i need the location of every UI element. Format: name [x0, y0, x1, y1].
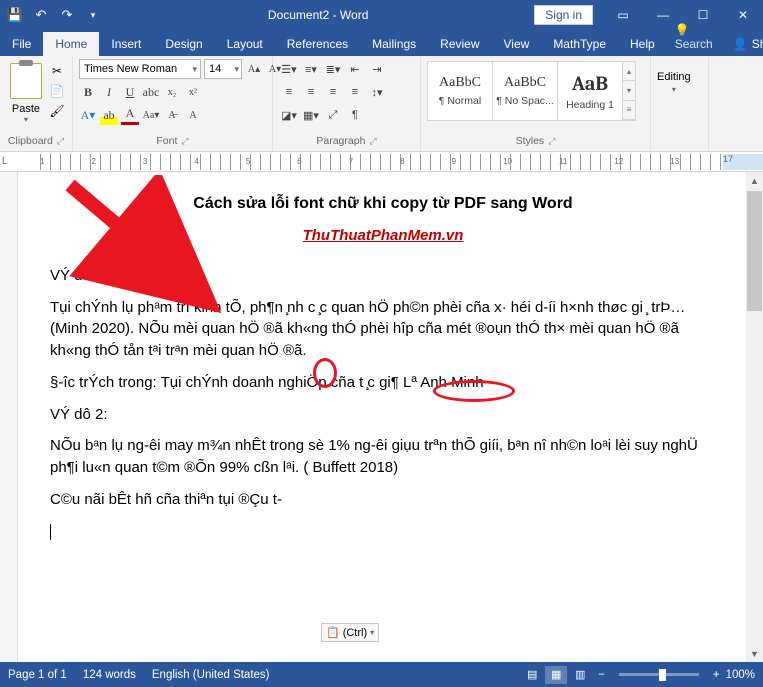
- web-layout-icon[interactable]: ▥: [569, 666, 591, 684]
- change-case-icon[interactable]: Aa▾: [142, 105, 160, 125]
- styles-scroller[interactable]: ▴▾≡: [622, 61, 636, 121]
- vertical-ruler[interactable]: [0, 172, 18, 662]
- qat-more-icon[interactable]: ▾: [84, 6, 102, 24]
- style-no-spacing[interactable]: AaBbC ¶ No Spac...: [492, 61, 558, 121]
- clipboard-icon: [10, 63, 42, 99]
- align-center-icon[interactable]: ≡: [301, 82, 321, 102]
- tab-review[interactable]: Review: [428, 32, 491, 56]
- text-cursor: [50, 524, 51, 540]
- status-page[interactable]: Page 1 of 1: [8, 669, 67, 681]
- align-right-icon[interactable]: ≡: [323, 82, 343, 102]
- borders-icon[interactable]: ▦▾: [301, 105, 321, 125]
- font-dialog-icon[interactable]: ⤢: [181, 133, 188, 149]
- tab-mailings[interactable]: Mailings: [360, 32, 428, 56]
- paste-options-icon: 📋: [326, 626, 340, 639]
- save-icon[interactable]: 💾: [6, 6, 24, 24]
- status-word-count[interactable]: 124 words: [83, 669, 136, 681]
- print-layout-icon[interactable]: ▦: [545, 666, 567, 684]
- close-icon[interactable]: ✕: [723, 0, 763, 30]
- redo-icon[interactable]: ↷: [58, 6, 76, 24]
- paste-options-button[interactable]: 📋 (Ctrl) ▾: [321, 623, 379, 642]
- paragraph-dialog-icon[interactable]: ⤢: [369, 133, 376, 149]
- doc-paragraph: Tụi chÝnh lụ phᵃm trï kinh tÕ, ph¶n ̧nh …: [50, 297, 716, 362]
- bold-button[interactable]: B: [79, 82, 97, 102]
- strikethrough-button[interactable]: abc: [142, 82, 160, 102]
- increase-indent-icon[interactable]: ⇥: [367, 59, 387, 79]
- font-color-icon[interactable]: A: [121, 105, 139, 125]
- text-effects-icon[interactable]: A▾: [79, 105, 97, 125]
- paste-button[interactable]: Paste ▾: [6, 59, 46, 124]
- tab-file[interactable]: File: [0, 32, 43, 56]
- tab-insert[interactable]: Insert: [99, 32, 153, 56]
- font-name-combo[interactable]: Times New Roman: [79, 59, 201, 79]
- clipboard-dialog-icon[interactable]: ⤢: [57, 133, 64, 149]
- undo-icon[interactable]: ↶: [32, 6, 50, 24]
- bullets-icon[interactable]: ☰▾: [279, 59, 299, 79]
- tab-design[interactable]: Design: [153, 32, 214, 56]
- scroll-up-icon[interactable]: ▲: [746, 172, 763, 189]
- styles-group-label: Styles: [516, 133, 545, 149]
- zoom-level[interactable]: 100%: [726, 669, 755, 681]
- sign-in-button[interactable]: Sign in: [534, 5, 593, 25]
- doc-paragraph: C©u nãi bÊt hñ cña thiªn tụi ®Çu t-: [50, 489, 716, 511]
- styles-dialog-icon[interactable]: ⤢: [548, 133, 555, 149]
- scroll-down-icon[interactable]: ▼: [746, 645, 763, 662]
- show-marks-icon[interactable]: ¶: [345, 105, 365, 125]
- share-button[interactable]: 👤 Share: [721, 32, 763, 56]
- doc-subtitle: ThuThuatPhanMem.vn: [50, 225, 716, 247]
- zoom-slider[interactable]: [619, 673, 699, 676]
- horizontal-ruler[interactable]: L 12345678910111213141516 17: [0, 152, 763, 172]
- numbering-icon[interactable]: ≡▾: [301, 59, 321, 79]
- subscript-button[interactable]: x₂: [163, 82, 181, 102]
- clipboard-group-label: Clipboard: [8, 133, 53, 149]
- style-normal[interactable]: AaBbC ¶ Normal: [427, 61, 493, 121]
- ribbon-display-icon[interactable]: ▭: [603, 0, 643, 30]
- zoom-in-icon[interactable]: +: [713, 669, 720, 681]
- ribbon-tabs: File Home Insert Design Layout Reference…: [0, 30, 763, 56]
- zoom-out-icon[interactable]: −: [598, 669, 605, 681]
- style-heading-1[interactable]: AaB Heading 1: [557, 61, 623, 121]
- format-painter-icon[interactable]: 🖌: [48, 103, 66, 119]
- highlight-icon[interactable]: ab: [100, 105, 118, 125]
- doc-heading: Cách sửa lỗi font chữ khi copy từ PDF sa…: [50, 192, 716, 215]
- tell-me-search[interactable]: 💡 Search: [667, 18, 721, 56]
- scroll-thumb[interactable]: [747, 191, 762, 311]
- clear-format-icon[interactable]: A̶: [163, 105, 181, 125]
- align-left-icon[interactable]: ≡: [279, 82, 299, 102]
- font-size-combo[interactable]: 14: [204, 59, 242, 79]
- editing-button[interactable]: Editing▾: [657, 59, 691, 95]
- phonetic-guide-icon[interactable]: A: [184, 105, 202, 125]
- shading-icon[interactable]: ◪▾: [279, 105, 299, 125]
- grow-font-icon[interactable]: A▴: [245, 59, 263, 79]
- tab-layout[interactable]: Layout: [215, 32, 275, 56]
- sort-icon[interactable]: ⤢: [323, 105, 343, 125]
- font-group-label: Font: [156, 133, 177, 149]
- vertical-scrollbar[interactable]: ▲ ▼: [746, 172, 763, 662]
- tab-references[interactable]: References: [275, 32, 360, 56]
- document-page[interactable]: Cách sửa lỗi font chữ khi copy từ PDF sa…: [40, 172, 726, 662]
- italic-button[interactable]: I: [100, 82, 118, 102]
- cut-icon[interactable]: ✂: [48, 63, 66, 79]
- tab-mathtype[interactable]: MathType: [541, 32, 618, 56]
- doc-paragraph: §-îc trÝch trong: Tụi chÝnh doanh nghiÖp…: [50, 372, 716, 394]
- chevron-down-icon: ▾: [370, 628, 374, 637]
- tab-home[interactable]: Home: [43, 32, 99, 56]
- doc-paragraph: NÕu bᵃn lụ ng-êi may m¾n nhÊt trong sè 1…: [50, 435, 716, 479]
- document-title: Document2 - Word: [102, 8, 534, 22]
- status-language[interactable]: English (United States): [152, 669, 270, 681]
- superscript-button[interactable]: x²: [184, 82, 202, 102]
- read-mode-icon[interactable]: ▤: [521, 666, 543, 684]
- underline-button[interactable]: U: [121, 82, 139, 102]
- copy-icon[interactable]: 📄: [48, 83, 66, 99]
- line-spacing-icon[interactable]: ↕▾: [367, 82, 387, 102]
- multilevel-icon[interactable]: ≣▾: [323, 59, 343, 79]
- doc-paragraph: VÝ dô 2:: [50, 404, 716, 426]
- justify-icon[interactable]: ≡: [345, 82, 365, 102]
- tab-help[interactable]: Help: [618, 32, 667, 56]
- paragraph-group-label: Paragraph: [316, 133, 365, 149]
- doc-paragraph: VÝ dô 1:: [50, 265, 716, 287]
- decrease-indent-icon[interactable]: ⇤: [345, 59, 365, 79]
- tab-view[interactable]: View: [492, 32, 542, 56]
